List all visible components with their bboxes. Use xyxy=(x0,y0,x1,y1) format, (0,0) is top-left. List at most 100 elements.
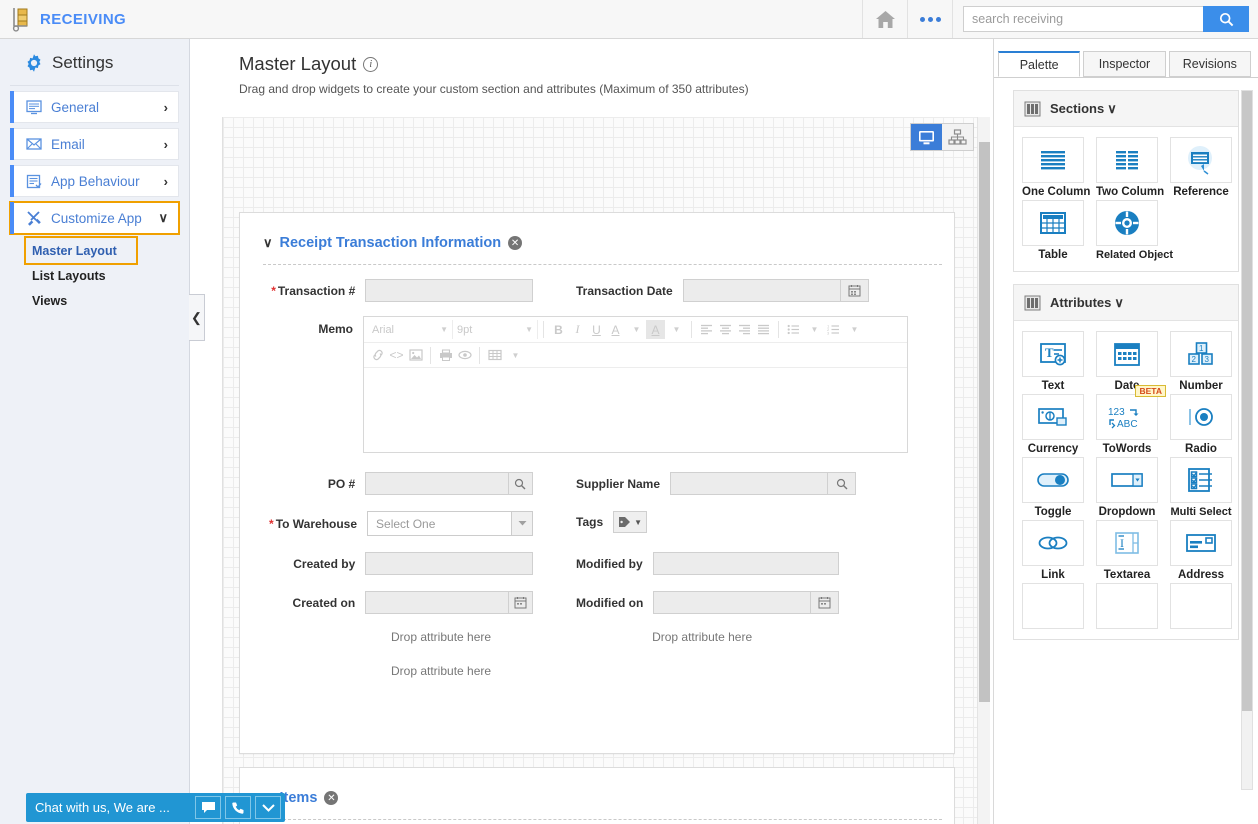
banknote-icon[interactable] xyxy=(1022,394,1084,440)
po-number-input[interactable] xyxy=(365,472,509,495)
calendar-icon[interactable] xyxy=(508,591,533,614)
chevron-down-icon[interactable]: ▼ xyxy=(667,320,686,339)
preview-icon[interactable] xyxy=(455,346,474,365)
search-button[interactable] xyxy=(1203,6,1249,32)
field-transaction-number[interactable]: * Transaction # xyxy=(263,279,533,302)
one-column-icon[interactable] xyxy=(1022,137,1084,183)
palette-item-two-column[interactable]: Two Column xyxy=(1096,137,1164,198)
palette-item-link[interactable]: Link xyxy=(1022,520,1084,581)
palette-item-reference[interactable]: Reference xyxy=(1170,137,1232,198)
link-chain-icon[interactable] xyxy=(1022,520,1084,566)
link-icon[interactable] xyxy=(368,346,387,365)
tab-palette[interactable]: Palette xyxy=(998,51,1081,77)
field-modified-by[interactable]: Modified by xyxy=(576,552,839,575)
sidebar-subitem-master-layout[interactable]: Master Layout xyxy=(24,236,138,265)
palette-item-partial[interactable] xyxy=(1170,583,1232,629)
palette-item-placeholder-icon[interactable] xyxy=(1170,583,1232,629)
bold-button[interactable]: B xyxy=(549,320,568,339)
tree-view-button[interactable] xyxy=(942,124,973,150)
palette-item-address[interactable]: Address xyxy=(1170,520,1232,581)
canvas-scrollbar-thumb[interactable] xyxy=(979,142,990,702)
search-icon[interactable] xyxy=(508,472,533,495)
align-center-icon[interactable] xyxy=(716,320,735,339)
tab-revisions[interactable]: Revisions xyxy=(1168,51,1251,77)
canvas-scrollbar[interactable] xyxy=(977,117,990,824)
text-field-icon[interactable]: T xyxy=(1022,331,1084,377)
field-po-number[interactable]: PO # xyxy=(263,472,533,495)
align-left-icon[interactable] xyxy=(697,320,716,339)
chevron-down-icon[interactable]: ▼ xyxy=(627,320,646,339)
sidebar-item-app-behaviour[interactable]: App Behaviour › xyxy=(10,165,179,197)
sidebar-item-customize-app[interactable]: Customize App ∨ xyxy=(9,201,180,235)
palette-item-text[interactable]: T Text xyxy=(1022,331,1084,392)
palette-item-toggle[interactable]: Toggle xyxy=(1022,457,1084,518)
tab-inspector[interactable]: Inspector xyxy=(1083,51,1166,77)
memo-rich-text-editor[interactable]: Arial ▼ 9pt ▼ B I U A ▼ A ▼ ▼ 1 2 3 ▼ <>… xyxy=(363,316,908,453)
chevron-down-icon[interactable] xyxy=(511,511,534,536)
radio-button-icon[interactable] xyxy=(1170,394,1232,440)
calendar-icon[interactable] xyxy=(840,279,869,302)
section-receipt-transaction-information[interactable]: ∨ Receipt Transaction Information ✕ * Tra… xyxy=(239,212,955,754)
sidebar-collapse-button[interactable]: ❮ xyxy=(189,294,205,341)
image-icon[interactable] xyxy=(406,346,425,365)
chevron-down-icon[interactable]: ▼ xyxy=(506,346,525,365)
section-delete-button[interactable]: ✕ xyxy=(324,791,339,805)
chat-minimize-button[interactable] xyxy=(255,796,281,819)
to-warehouse-select[interactable]: Select One xyxy=(367,511,512,536)
drop-zone-right[interactable]: Drop attribute here xyxy=(652,630,752,644)
palette-group-header[interactable]: Sections ∨ xyxy=(1014,91,1238,127)
field-memo[interactable]: Memo Arial ▼ 9pt ▼ B I U A ▼ A ▼ ▼ 1 2 3… xyxy=(240,316,954,453)
section-delete-button[interactable]: ✕ xyxy=(508,236,523,250)
table-icon[interactable] xyxy=(485,346,504,365)
palette-scrollbar-thumb[interactable] xyxy=(1242,91,1252,711)
palette-item-towords[interactable]: BETA 123 ABC ToWords xyxy=(1096,385,1166,455)
field-transaction-date[interactable]: Transaction Date xyxy=(576,279,869,302)
chevron-down-icon[interactable]: ▼ xyxy=(805,320,824,339)
number-blocks-icon[interactable]: 1 2 3 xyxy=(1170,331,1232,377)
dropdown-icon[interactable] xyxy=(1096,457,1158,503)
align-right-icon[interactable] xyxy=(735,320,754,339)
desktop-view-button[interactable] xyxy=(911,124,942,150)
calendar-icon[interactable] xyxy=(811,591,840,614)
textarea-icon[interactable]: I xyxy=(1096,520,1158,566)
memo-text-area[interactable] xyxy=(364,367,907,452)
source-code-icon[interactable]: <> xyxy=(387,346,406,365)
palette-item-multi-select[interactable]: Multi Select xyxy=(1170,457,1232,518)
chevron-down-icon[interactable]: ▼ xyxy=(845,320,864,339)
bullet-list-icon[interactable] xyxy=(784,320,803,339)
sidebar-item-email[interactable]: Email › xyxy=(10,128,179,160)
table-icon[interactable] xyxy=(1022,200,1084,246)
palette-item-textarea[interactable]: I Textarea xyxy=(1096,520,1158,581)
two-column-icon[interactable] xyxy=(1096,137,1158,183)
drop-zone-bottom[interactable]: Drop attribute here xyxy=(391,664,491,678)
reference-icon[interactable] xyxy=(1170,137,1232,183)
to-words-icon[interactable]: 123 ABC xyxy=(1096,394,1158,440)
italic-button[interactable]: I xyxy=(568,320,587,339)
underline-button[interactable]: U xyxy=(587,320,606,339)
palette-item-placeholder-icon[interactable] xyxy=(1096,583,1158,629)
home-button[interactable] xyxy=(862,0,907,38)
app-brand[interactable]: RECEIVING xyxy=(0,6,126,32)
palette-item-number[interactable]: 1 2 3 Number xyxy=(1170,331,1232,392)
transaction-number-input[interactable] xyxy=(365,279,533,302)
palette-item-partial[interactable] xyxy=(1022,583,1084,629)
palette-item-partial[interactable] xyxy=(1096,583,1158,629)
sidebar-subitem-list-layouts[interactable]: List Layouts xyxy=(26,263,189,288)
palette-item-dropdown[interactable]: Dropdown xyxy=(1096,457,1158,518)
field-created-on[interactable]: Created on xyxy=(263,591,533,614)
palette-item-table[interactable]: Table xyxy=(1022,200,1084,261)
layout-canvas[interactable]: ∨ Receipt Transaction Information ✕ * Tra… xyxy=(222,117,990,824)
palette-item-placeholder-icon[interactable] xyxy=(1022,583,1084,629)
align-justify-icon[interactable] xyxy=(754,320,773,339)
palette-item-related-object[interactable]: Related Object xyxy=(1096,200,1173,261)
field-tags[interactable]: Tags ▼ xyxy=(576,511,648,533)
palette-scroll-area[interactable]: Sections ∨ One Column Two Column Referen… xyxy=(994,78,1258,805)
chat-widget[interactable]: Chat with us, We are ... xyxy=(26,793,285,822)
palette-item-date[interactable]: Date xyxy=(1096,331,1158,392)
info-icon[interactable]: i xyxy=(363,56,379,72)
modified-by-input[interactable] xyxy=(652,552,839,575)
calendar-icon[interactable] xyxy=(1096,331,1158,377)
palette-item-currency[interactable]: Currency xyxy=(1022,394,1084,455)
highlight-color-button[interactable]: A xyxy=(646,320,665,339)
tags-button[interactable]: ▼ xyxy=(613,511,648,533)
